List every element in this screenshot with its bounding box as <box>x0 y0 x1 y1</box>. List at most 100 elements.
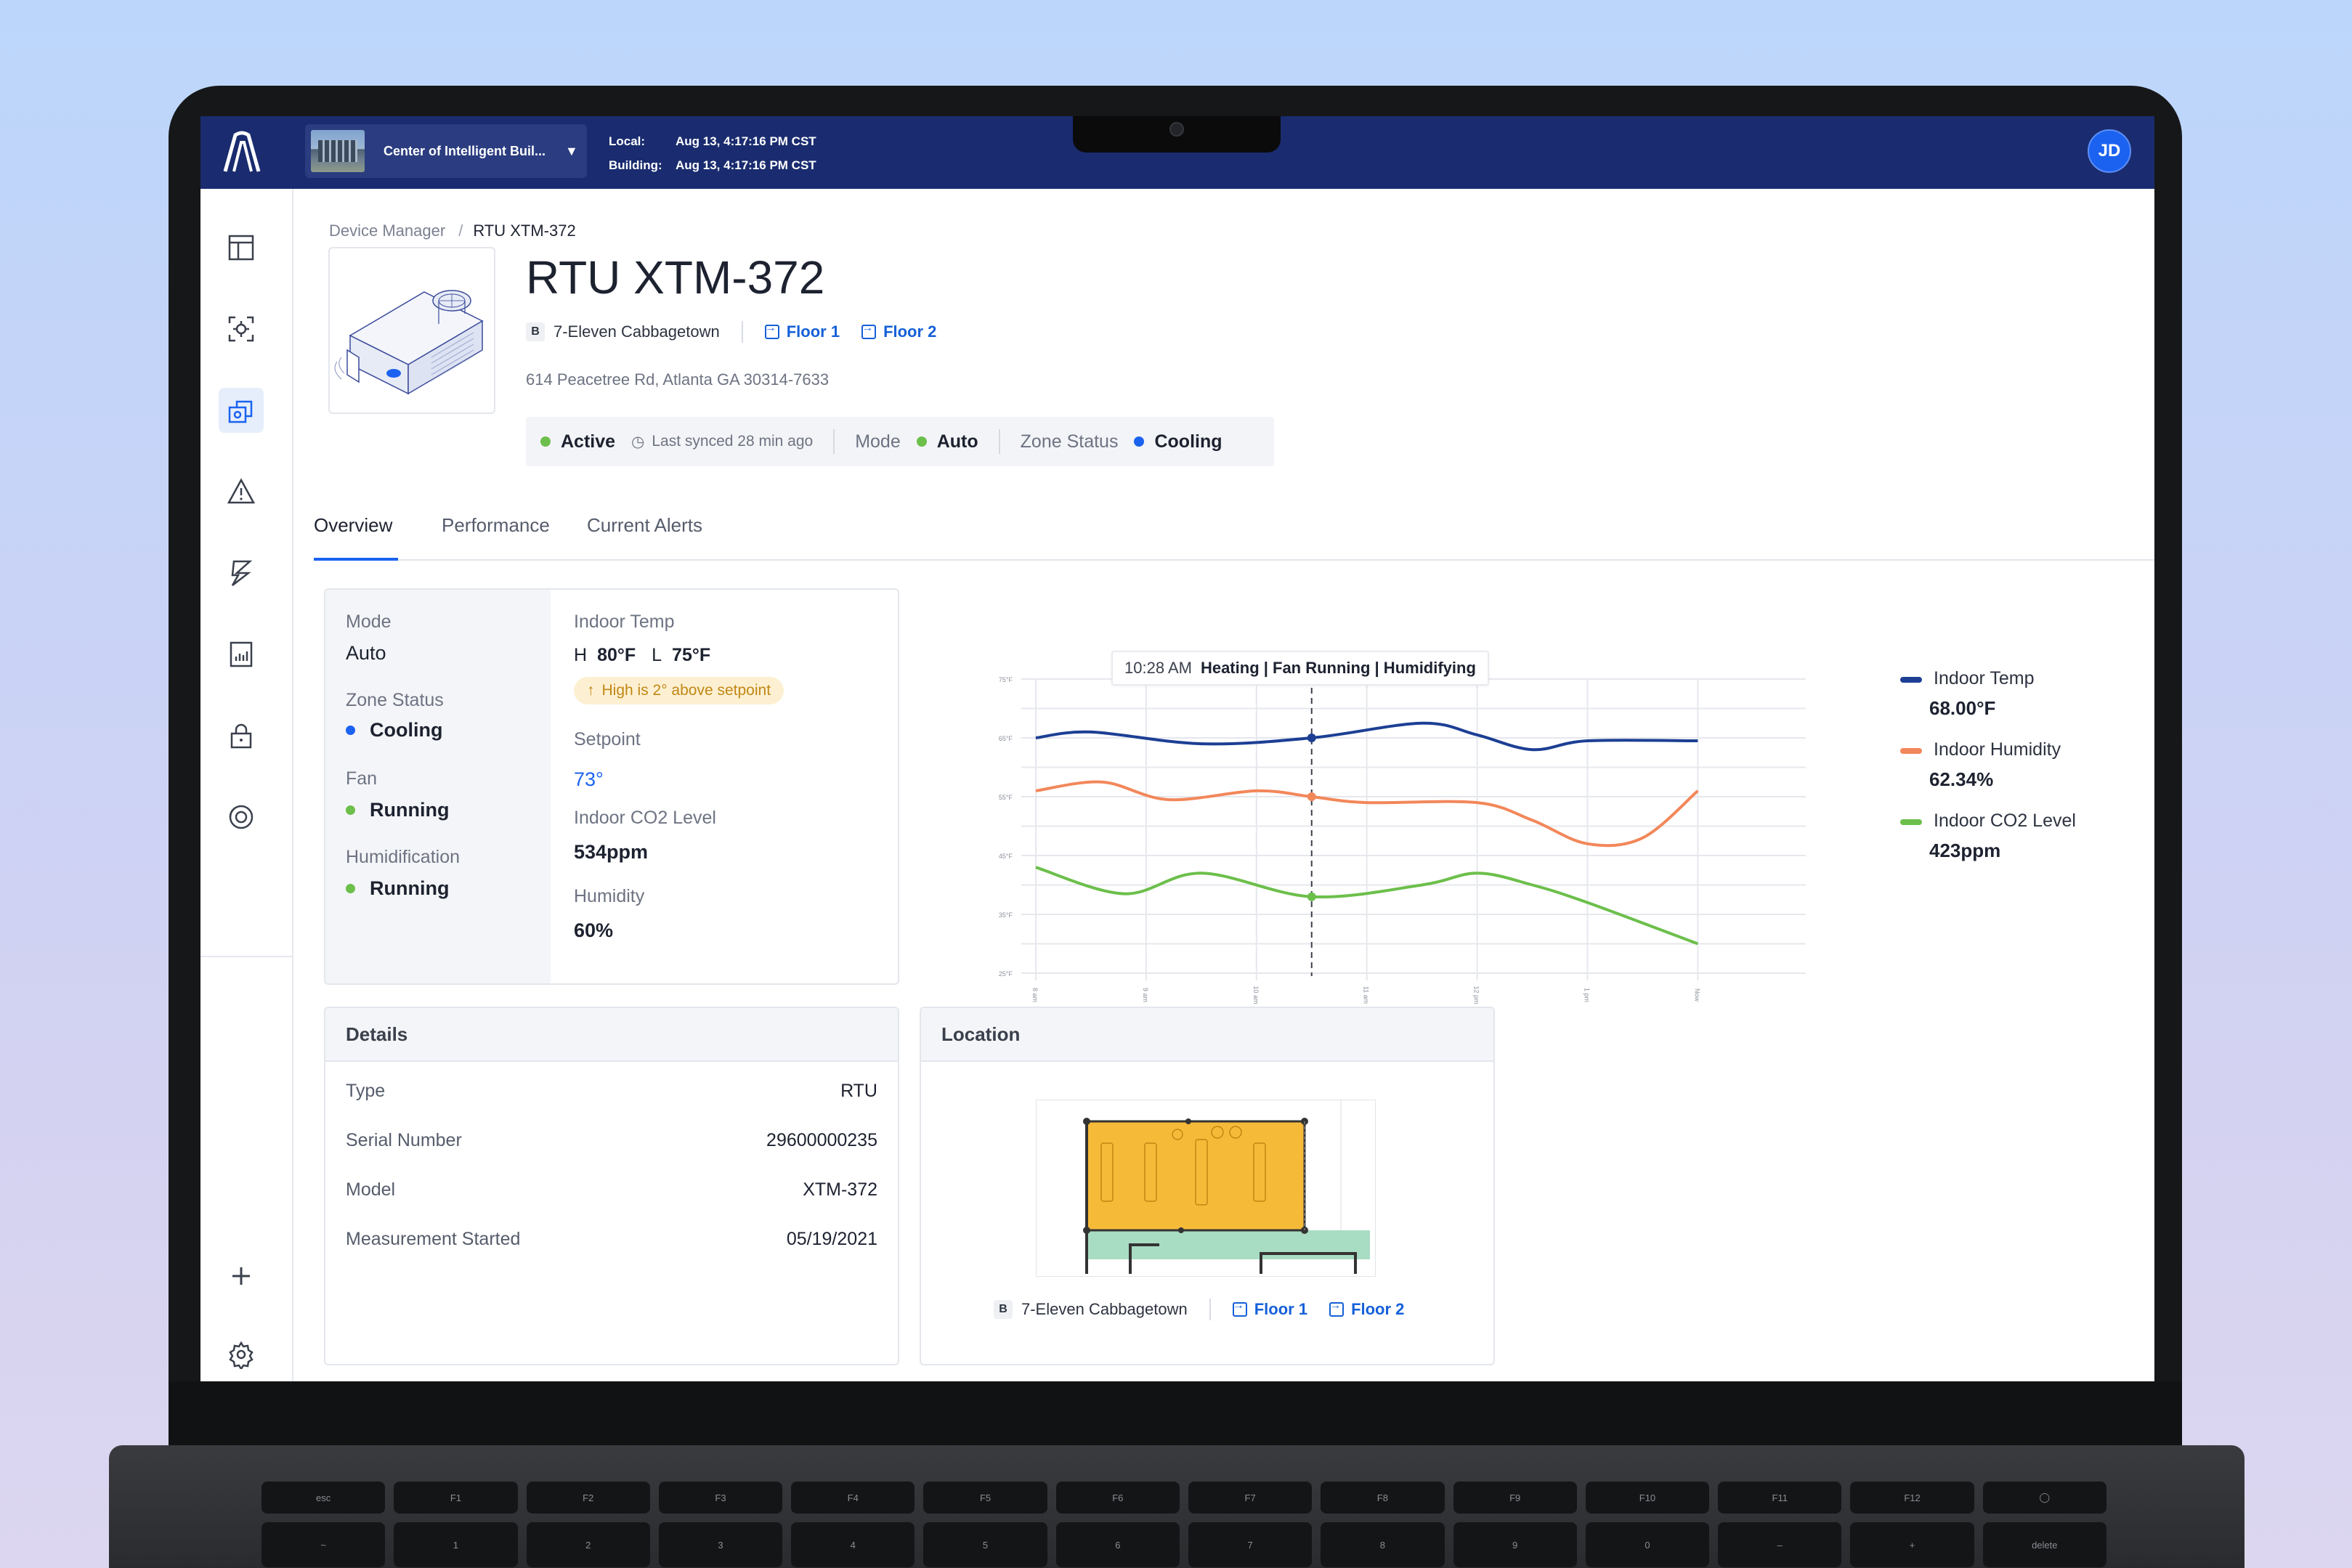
tab-bar: Overview Performance Current Alerts <box>314 514 2154 561</box>
plus-icon <box>232 1267 250 1285</box>
building-name-label: 7-Eleven Cabbagetown <box>553 322 720 341</box>
divider <box>833 429 835 454</box>
building-selector[interactable]: Center of Intelligent Buil... ▼ <box>305 124 587 178</box>
floor-plan-map[interactable] <box>1036 1100 1376 1277</box>
sidebar-item-target[interactable] <box>219 795 264 840</box>
tab-overview[interactable]: Overview <box>314 514 398 561</box>
key-plus: + <box>1850 1522 1974 1567</box>
key-0: 0 <box>1585 1522 1710 1567</box>
fan-dot <box>346 805 355 815</box>
zone-status-text: Cooling <box>370 719 443 741</box>
performance-chart[interactable]: 25°F 35°F 45°F 55°F 65°F 75°F 8 am 9 am 10 am 11 … <box>978 675 1828 1060</box>
legend-name: Indoor Humidity <box>1934 739 2061 760</box>
y-tick-label: 65°F <box>999 735 1013 742</box>
tooltip-time: 10:28 AM <box>1124 659 1192 677</box>
indoor-temp-label: Indoor Temp <box>574 612 675 632</box>
chevron-down-icon: ▼ <box>565 143 578 158</box>
last-synced: Last synced 28 min ago <box>652 433 814 450</box>
clock-icon: ◷ <box>631 433 645 450</box>
floor-2-link[interactable]: Floor 2 <box>861 322 936 341</box>
legend-value: 423ppm <box>1929 840 2001 861</box>
device-address: 614 Peacetree Rd, Atlanta GA 30314-7633 <box>526 370 830 389</box>
floor-1-link[interactable]: Floor 1 <box>764 322 840 341</box>
building-name: Center of Intelligent Buil... <box>384 143 546 158</box>
zone-status-dot <box>1134 436 1145 447</box>
tab-current-alerts[interactable]: Current Alerts <box>587 514 702 558</box>
building-badge: B <box>526 322 545 341</box>
legend-name: Indoor Temp <box>1934 668 2035 688</box>
fan-value: Running <box>346 799 449 821</box>
breadcrumb-separator: / <box>458 222 463 240</box>
divider <box>998 429 1000 454</box>
sidebar-item-settings[interactable] <box>219 1332 264 1377</box>
key-f2: F2 <box>526 1482 650 1514</box>
location-title: Location <box>921 1008 1493 1062</box>
building-time: Aug 13, 4:17:16 PM CST <box>676 158 816 172</box>
sidebar-item-scan[interactable] <box>219 306 264 352</box>
alert-icon <box>227 478 256 504</box>
zone-status-label: Zone Status <box>346 690 444 710</box>
breadcrumb-parent[interactable]: Device Manager <box>329 222 445 240</box>
tab-performance[interactable]: Performance <box>442 514 550 558</box>
sidebar-item-device-manager[interactable] <box>219 388 264 433</box>
avatar[interactable]: JD <box>2088 129 2131 173</box>
arrow-up-icon: ↑ <box>587 682 595 699</box>
sidebar-item-energy[interactable] <box>219 551 264 596</box>
humidification-dot <box>346 884 355 893</box>
rooftop-unit-illustration <box>334 290 484 395</box>
x-tick-label: 10 am <box>1252 986 1260 1004</box>
floor-link-icon <box>1329 1299 1345 1317</box>
local-time-label: Local: <box>609 134 646 148</box>
legend-name: Indoor CO2 Level <box>1934 811 2076 831</box>
floor-1-label: Floor 1 <box>786 322 840 341</box>
sidebar-item-security[interactable] <box>219 713 264 758</box>
key-1: 1 <box>394 1522 518 1567</box>
legend-swatch <box>1900 677 1922 683</box>
zone-status-value: Cooling <box>1154 431 1222 452</box>
divider <box>1209 1299 1211 1320</box>
status-bar: Active ◷ Last synced 28 min ago Mode Aut… <box>526 417 1274 466</box>
key-5: 5 <box>923 1522 1047 1567</box>
mode-value: Auto <box>346 642 386 664</box>
zone-status-value: Cooling <box>346 719 442 742</box>
sidebar-item-reports[interactable] <box>219 632 264 677</box>
x-tick-label: 1 pm <box>1583 988 1591 1002</box>
zone-dot <box>346 726 355 735</box>
detail-row: Measurement Started 05/19/2021 <box>346 1229 877 1258</box>
y-tick-label: 45°F <box>999 853 1013 860</box>
legend-value: 68.00°F <box>1929 697 1996 719</box>
location-meta: B 7-Eleven Cabbagetown Floor 1 Floor 2 <box>994 1299 1404 1320</box>
sidebar-divider <box>200 956 292 957</box>
floor-1-link[interactable]: Floor 1 <box>1232 1299 1307 1319</box>
sidebar-item-add[interactable] <box>219 1254 264 1299</box>
key-esc: esc <box>261 1482 386 1514</box>
dashboard-icon <box>228 235 254 261</box>
floor-2-label: Floor 2 <box>1351 1300 1405 1318</box>
key-3: 3 <box>658 1522 783 1567</box>
sidebar-item-alerts[interactable] <box>219 469 264 514</box>
setpoint-label: Setpoint <box>574 729 641 750</box>
location-card: Location B 7-Eleven Cabbagetown Floor 1 … <box>920 1007 1495 1365</box>
setpoint-warning-badge: ↑ High is 2° above setpoint <box>574 677 784 704</box>
humidification-value: Running <box>346 877 449 900</box>
x-tick-label: 11 am <box>1363 986 1370 1004</box>
device-image <box>328 247 495 414</box>
target-icon <box>229 805 254 829</box>
energy-icon <box>231 560 253 586</box>
mode-value: Auto <box>936 431 978 452</box>
gear-icon <box>229 1341 254 1369</box>
detail-value: 05/19/2021 <box>786 1229 877 1249</box>
detail-row: Type RTU <box>346 1081 877 1110</box>
fan-label: Fan <box>346 768 378 789</box>
device-manager-icon <box>228 400 253 423</box>
app-logo-icon[interactable] <box>219 129 264 174</box>
floor-2-label: Floor 2 <box>883 322 937 341</box>
setpoint-value[interactable]: 73° <box>574 768 604 791</box>
detail-key: Serial Number <box>346 1130 462 1150</box>
sidebar-item-dashboard[interactable] <box>219 225 264 270</box>
floor-2-link[interactable]: Floor 2 <box>1329 1299 1405 1319</box>
key-8: 8 <box>1321 1522 1445 1567</box>
key-tilde: ~ <box>261 1522 386 1567</box>
zone-status-label: Zone Status <box>1020 431 1119 452</box>
floor-link-icon <box>861 322 877 339</box>
